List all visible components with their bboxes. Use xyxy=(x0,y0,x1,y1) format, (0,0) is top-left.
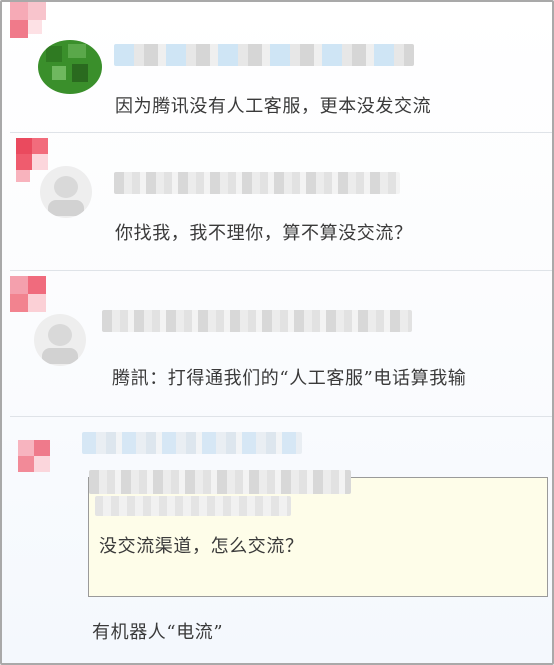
post-text: 腾訊：打得通我们的“人工客服”电话算我输 xyxy=(112,368,467,389)
divider xyxy=(10,270,552,271)
username-blurred[interactable] xyxy=(114,44,414,66)
username-blurred[interactable] xyxy=(114,172,400,194)
quoted-meta-blurred xyxy=(95,496,291,516)
user-avatar[interactable] xyxy=(38,40,102,94)
divider xyxy=(10,416,552,417)
comment-thread: 因为腾讯没有人工客服，更本没发交流 你找我，我不理你，算不算没交流？ 腾訊：打得… xyxy=(0,0,554,665)
post-text: 你找我，我不理你，算不算没交流？ xyxy=(115,223,413,244)
quoted-username-blurred xyxy=(89,470,351,494)
post-text: 因为腾讯没有人工客服，更本没发交流 xyxy=(115,96,432,117)
user-avatar[interactable] xyxy=(34,314,86,366)
quote-text: 没交流渠道，怎么交流？ xyxy=(99,536,304,557)
username-blurred[interactable] xyxy=(102,310,412,332)
user-avatar[interactable] xyxy=(40,166,92,218)
reply-text: 有机器人“电流” xyxy=(92,622,224,643)
divider xyxy=(10,132,552,133)
username-blurred[interactable] xyxy=(82,432,302,454)
quoted-reply-box: 没交流渠道，怎么交流？ xyxy=(88,470,548,597)
